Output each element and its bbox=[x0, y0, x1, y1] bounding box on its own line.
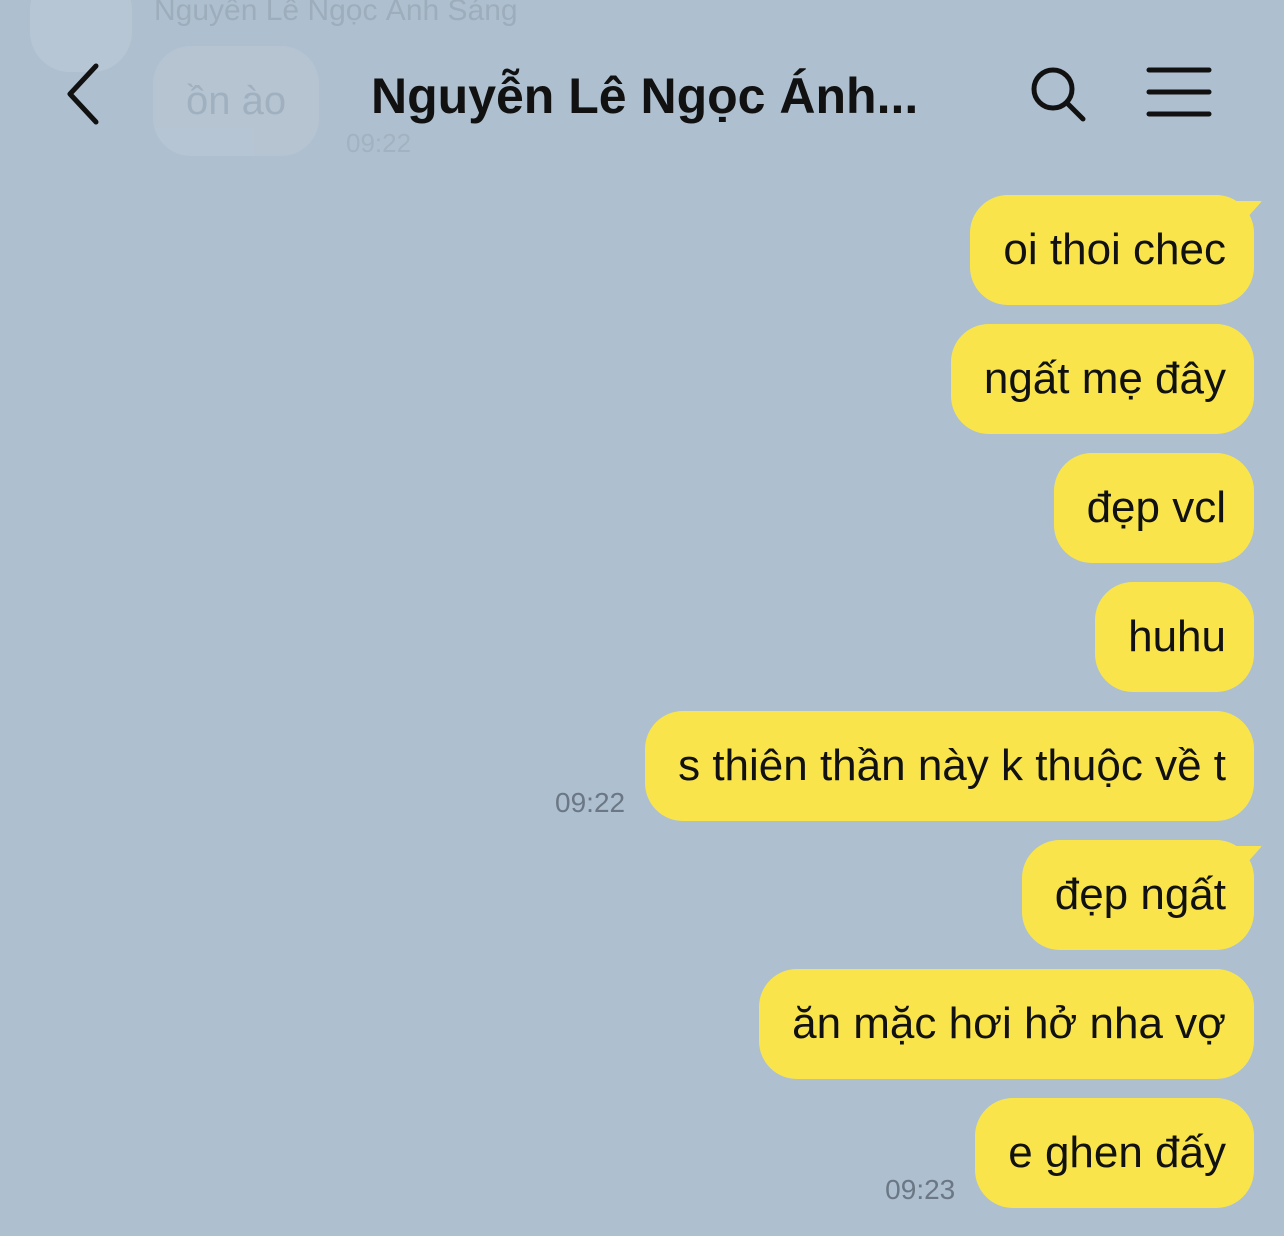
outgoing-message-bubble[interactable]: oi thoi chec bbox=[970, 195, 1254, 305]
message-row: ăn mặc hơi hở nha vợ bbox=[759, 969, 1254, 1079]
message-row: ngất mẹ đây bbox=[950, 324, 1254, 434]
outgoing-message-bubble[interactable]: đẹp ngất bbox=[1021, 840, 1254, 950]
message-row: đẹp vcl bbox=[1053, 453, 1254, 563]
message-row: 09:22 s thiên thần này k thuộc về t bbox=[555, 711, 1254, 821]
message-row: đẹp ngất bbox=[1021, 840, 1254, 950]
outgoing-message-bubble[interactable]: đẹp vcl bbox=[1053, 453, 1254, 563]
message-row: oi thoi chec bbox=[970, 195, 1254, 305]
message-row: huhu bbox=[1095, 582, 1254, 692]
message-row: 09:23 e ghen đấy bbox=[885, 1098, 1254, 1208]
message-time: 09:23 bbox=[885, 1174, 956, 1205]
outgoing-message-bubble[interactable]: e ghen đấy bbox=[975, 1098, 1254, 1208]
chat-screen: Nguyễn Lê Ngọc Ánh Sáng ồn ào 09:22 Nguy… bbox=[0, 0, 1284, 1236]
outgoing-message-bubble[interactable]: ăn mặc hơi hở nha vợ bbox=[759, 969, 1254, 1079]
outgoing-message-bubble[interactable]: huhu bbox=[1095, 582, 1254, 692]
outgoing-message-bubble[interactable]: s thiên thần này k thuộc về t bbox=[645, 711, 1254, 821]
message-time: 09:22 bbox=[555, 787, 626, 818]
outgoing-message-bubble[interactable]: ngất mẹ đây bbox=[950, 324, 1254, 434]
message-list: oi thoi chec ngất mẹ đây đẹp vcl huhu 09… bbox=[0, 0, 1284, 1236]
